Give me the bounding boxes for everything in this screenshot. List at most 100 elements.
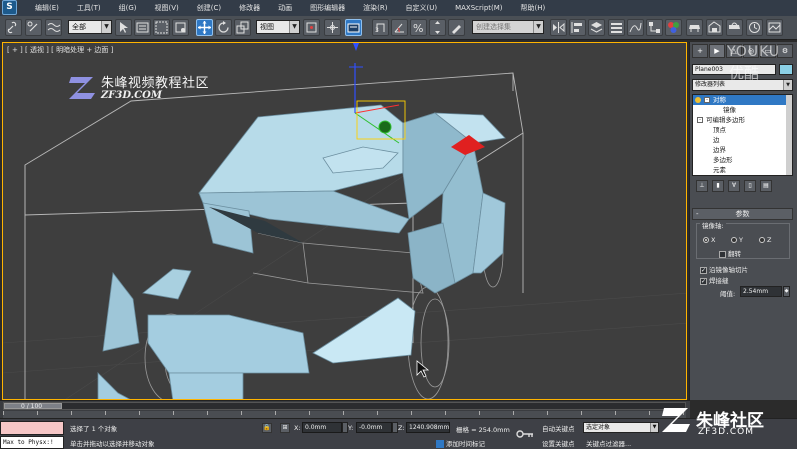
render-production-icon[interactable]: [726, 19, 743, 36]
menu-customize[interactable]: 自定义(U): [396, 0, 446, 16]
schematic-view-icon[interactable]: [646, 19, 663, 36]
selection-lock-icon[interactable]: 🔒: [262, 423, 272, 433]
layer-manager-icon[interactable]: [588, 19, 605, 36]
reference-coordinate-select[interactable]: 视图 ▼: [256, 20, 300, 34]
material-editor-icon[interactable]: [665, 19, 682, 36]
stack-item-editable-poly[interactable]: - 可编辑多边形: [693, 115, 792, 125]
render-setup-icon[interactable]: [686, 19, 703, 36]
make-unique-icon[interactable]: ∀: [728, 180, 740, 192]
snaps-toggle-icon[interactable]: 3: [372, 19, 389, 36]
rect-selection-region-icon[interactable]: [153, 19, 170, 36]
menu-tools[interactable]: 工具(T): [68, 0, 110, 16]
keyboard-shortcut-override-icon[interactable]: [345, 19, 362, 36]
pin-stack-icon[interactable]: ⊥: [696, 180, 708, 192]
select-and-manipulate-icon[interactable]: [324, 19, 341, 36]
time-slider[interactable]: 0 / 100: [3, 402, 686, 410]
window-crossing-icon[interactable]: [172, 19, 189, 36]
flip-checkbox[interactable]: 翻转: [719, 248, 741, 258]
threshold-spinner[interactable]: ◆: [783, 286, 790, 297]
rendered-frame-window-icon[interactable]: [706, 19, 723, 36]
tab-create[interactable]: +: [692, 44, 708, 58]
select-and-scale-icon[interactable]: [234, 19, 251, 36]
app-logo-button[interactable]: S: [2, 0, 17, 15]
select-by-name-icon[interactable]: [134, 19, 151, 36]
axis-y-radio[interactable]: Y: [731, 236, 743, 244]
configure-modifier-sets-icon[interactable]: ▤: [760, 180, 772, 192]
perspective-viewport[interactable]: [ + ] [ 透视 ] [ 明暗处理 + 边面 ] 朱峰视频教程社区 ZF3D…: [2, 42, 687, 400]
bind-space-warp-icon[interactable]: [45, 19, 62, 36]
mirror-icon[interactable]: [550, 19, 567, 36]
render-iterative-icon[interactable]: [746, 19, 763, 36]
set-key-button[interactable]: 设置关键点: [542, 438, 575, 448]
z-coordinate-field[interactable]: 1240.908mm: [406, 422, 450, 433]
auto-key-button[interactable]: 自动关键点: [542, 423, 575, 433]
show-end-result-icon[interactable]: ▮: [712, 180, 724, 192]
menu-rendering[interactable]: 渲染(R): [354, 0, 396, 16]
angle-snap-icon[interactable]: [391, 19, 408, 36]
align-icon[interactable]: [569, 19, 586, 36]
track-bar[interactable]: [3, 411, 686, 418]
menu-help[interactable]: 帮助(H): [512, 0, 555, 16]
render-environment-icon[interactable]: [766, 19, 783, 36]
spinner-snap-icon[interactable]: [429, 19, 446, 36]
expand-icon[interactable]: -: [704, 97, 710, 103]
parameters-rollout-header[interactable]: - 参数: [692, 208, 793, 220]
stack-item-edge[interactable]: 边: [693, 135, 792, 145]
pivot-center-icon[interactable]: [303, 19, 320, 36]
bulb-icon[interactable]: [695, 97, 701, 103]
main-toolbar: 全部 ▼ 视图 ▼ 3 % 创建选择集 ▼: [0, 16, 797, 40]
weld-seam-checkbox[interactable]: ✓ 焊接缝: [700, 275, 729, 285]
menu-graph-editors[interactable]: 图形编辑器: [301, 0, 354, 16]
axis-x-radio[interactable]: X: [703, 236, 715, 244]
expand-icon[interactable]: -: [697, 117, 703, 123]
edit-named-selection-icon[interactable]: [448, 19, 465, 36]
y-coordinate-field[interactable]: -0.0mm: [356, 422, 392, 433]
menu-modifiers[interactable]: 修改器: [230, 0, 269, 16]
menu-group[interactable]: 组(G): [110, 0, 146, 16]
time-slider-thumb[interactable]: 0 / 100: [4, 403, 62, 410]
maxscript-output[interactable]: Max to Physx:!: [0, 436, 64, 449]
stack-item-polygon[interactable]: 多边形: [693, 155, 792, 165]
select-and-move-icon[interactable]: [196, 19, 213, 36]
stack-item-mirror[interactable]: 镜像: [693, 105, 792, 115]
menu-edit[interactable]: 编辑(E): [26, 0, 68, 16]
x-coordinate-field[interactable]: 0.0mm: [302, 422, 342, 433]
unlink-icon[interactable]: [25, 19, 42, 36]
youku-watermark: YOUKU 优酷: [727, 44, 781, 82]
link-icon[interactable]: [5, 19, 22, 36]
viewport-label[interactable]: [ + ] [ 透视 ] [ 明暗处理 + 边面 ]: [7, 45, 113, 55]
maxscript-listener-input[interactable]: [0, 421, 64, 435]
key-filters-button[interactable]: 关键点过滤器...: [586, 438, 631, 448]
percent-snap-icon[interactable]: %: [410, 19, 427, 36]
remove-modifier-icon[interactable]: ▯: [744, 180, 756, 192]
curve-editor-icon[interactable]: [627, 19, 644, 36]
add-time-tag-button[interactable]: 添加时间标记: [436, 438, 485, 448]
menu-create[interactable]: 创建(C): [188, 0, 230, 16]
car-model[interactable]: [97, 104, 506, 400]
stack-item-border[interactable]: 边界: [693, 145, 792, 155]
stack-item-element[interactable]: 元素: [693, 165, 792, 175]
zf-logo-icon: [69, 77, 95, 99]
key-icon[interactable]: [516, 427, 534, 441]
menu-animation[interactable]: 动画: [269, 0, 301, 16]
select-and-rotate-icon[interactable]: [215, 19, 232, 36]
key-selection-set-select[interactable]: 选定对象 ▼: [583, 422, 659, 433]
stack-item-symmetry[interactable]: - 对称: [693, 95, 792, 105]
stack-scrollbar[interactable]: [786, 95, 792, 175]
threshold-input[interactable]: 2.54mm: [740, 286, 782, 297]
timeline: 0 / 100: [0, 400, 690, 418]
menu-views[interactable]: 视图(V): [146, 0, 188, 16]
menu-items: 编辑(E) 工具(T) 组(G) 视图(V) 创建(C) 修改器 动画 图形编辑…: [26, 0, 554, 16]
logo-text-cn: 朱峰视频教程社区: [101, 76, 210, 91]
slice-along-mirror-checkbox[interactable]: ✓ 沿镜像轴切片: [700, 264, 748, 274]
menu-maxscript[interactable]: MAXScript(M): [446, 0, 511, 16]
transform-mode-icon[interactable]: ⊞: [280, 423, 290, 433]
mirror-axis-group: 镜像轴: X Y Z 翻转: [696, 220, 790, 259]
selection-filter-select[interactable]: 全部 ▼: [68, 20, 112, 34]
graphite-ribbon-icon[interactable]: [608, 19, 625, 36]
tab-modify[interactable]: ▶: [709, 44, 725, 58]
stack-item-vertex[interactable]: 顶点: [693, 125, 792, 135]
select-object-icon[interactable]: [115, 19, 132, 36]
named-selection-select[interactable]: 创建选择集 ▼: [472, 20, 544, 34]
axis-z-radio[interactable]: Z: [759, 236, 771, 244]
